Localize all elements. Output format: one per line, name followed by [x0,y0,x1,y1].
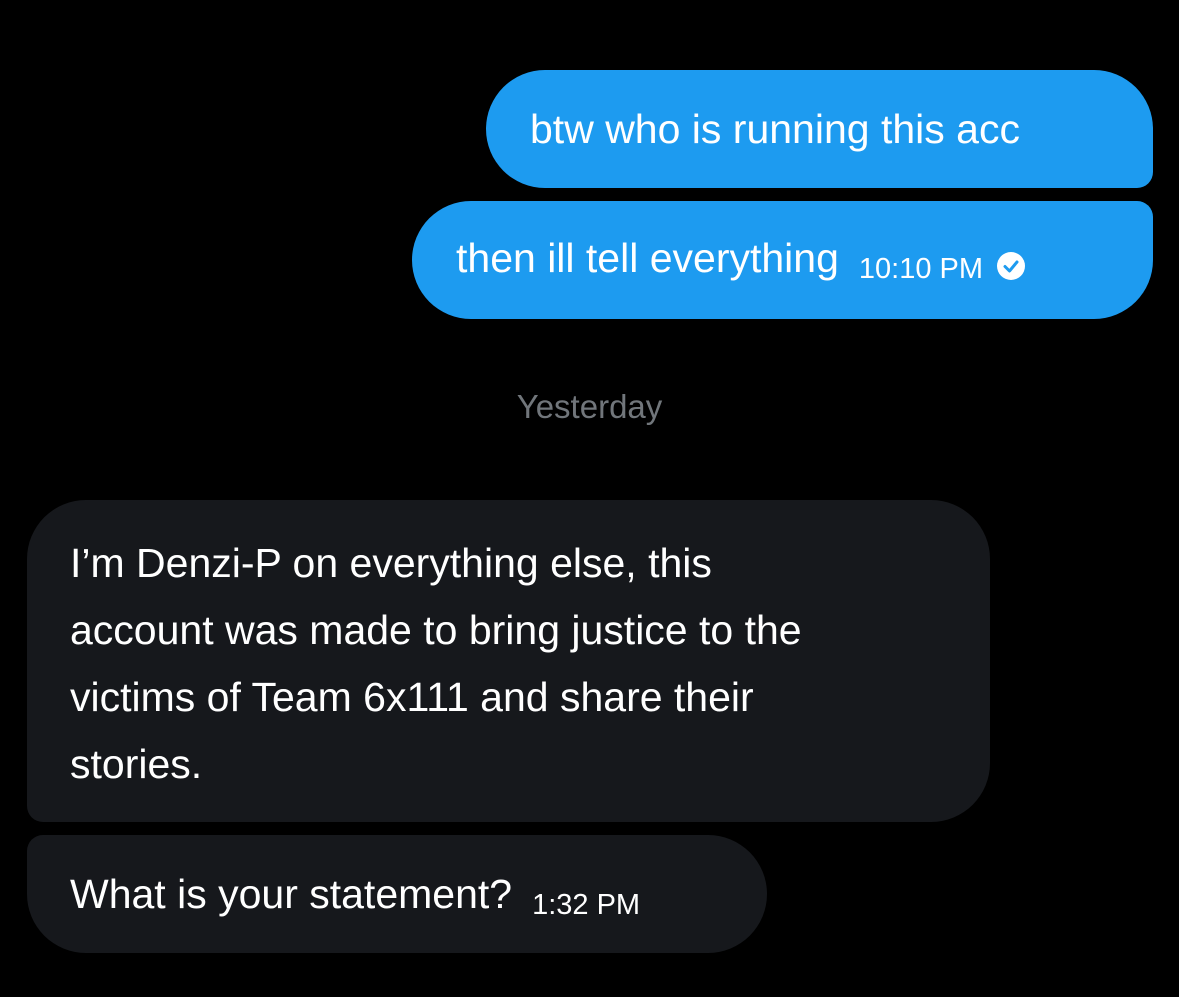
message-text-line: account was made to bring justice to the [70,607,802,653]
message-text-line: victims of Team 6x111 and share their [70,674,754,720]
sent-message-bubble[interactable]: then ill tell everything 10:10 PM [412,201,1153,319]
message-text: What is your statement? [70,871,513,917]
received-message-bubble[interactable]: I’m Denzi-P on everything else, this acc… [27,500,990,822]
message-timestamp: 10:10 PM [858,253,984,285]
message-text-line: stories. [70,741,203,787]
read-check-icon [997,252,1026,280]
message-timestamp: 1:32 PM [532,889,641,921]
message-text: btw who is running this acc [530,106,1020,152]
sent-message-bubble[interactable]: btw who is running this acc [486,70,1153,188]
day-separator: Yesterday [516,388,663,425]
message-text: then ill tell everything [456,235,839,281]
message-text-line: I’m Denzi-P on everything else, this [70,540,712,586]
received-message-bubble[interactable]: What is your statement? 1:32 PM [27,835,767,953]
